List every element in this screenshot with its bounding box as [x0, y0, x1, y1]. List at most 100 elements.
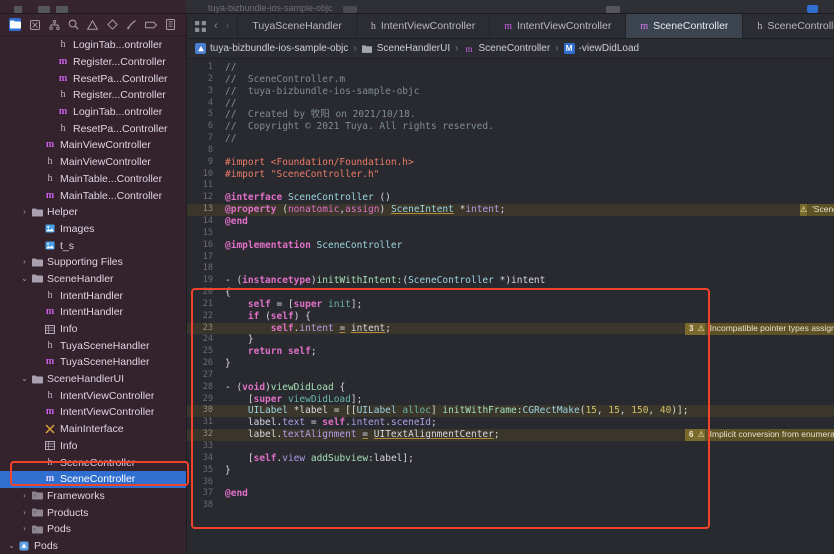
disclosure-triangle-icon[interactable]: ⌄	[19, 375, 30, 383]
navigator-item[interactable]: ⌄ Pods	[0, 538, 186, 554]
navigator-item[interactable]: ⌄ SceneHandlerUI	[0, 371, 186, 388]
navigator-item[interactable]: h IntentViewController	[0, 387, 186, 404]
inline-warning[interactable]: 3⚠ Incompatible pointer types assigning t…	[685, 322, 834, 335]
report-navigator-icon[interactable]	[165, 18, 177, 31]
code-line[interactable]: 13 @property (nonatomic,assign) SceneInte…	[187, 204, 834, 216]
inline-warning[interactable]: ⚠ 'SceneIntent' is only available on iOS …	[800, 204, 834, 217]
navigator-item[interactable]: h IntentHandler	[0, 287, 186, 304]
forward-button[interactable]: ›	[226, 20, 230, 32]
navigator-item[interactable]: › Supporting Files	[0, 254, 186, 271]
navigator-item[interactable]: Images	[0, 221, 186, 238]
code-line[interactable]: 19 - (instancetype)initWithIntent:(SceneC…	[187, 275, 834, 287]
navigator-item[interactable]: h Register...Controller	[0, 87, 186, 104]
code-line[interactable]: 10 #import "SceneController.h"	[187, 169, 834, 181]
code-line[interactable]: 5 // Created by 牧阳 on 2021/10/18.	[187, 109, 834, 121]
code-line[interactable]: 26}	[187, 358, 834, 370]
code-line[interactable]: 29 [super viewDidLoad];	[187, 394, 834, 406]
code-line[interactable]: 4 //	[187, 98, 834, 110]
back-button[interactable]: ‹	[214, 20, 218, 32]
code-line[interactable]: 8	[187, 145, 834, 157]
code-line[interactable]: 22 if (self) {	[187, 311, 834, 323]
code-line[interactable]: 38	[187, 500, 834, 512]
navigator-item[interactable]: › Products	[0, 504, 186, 521]
debug-navigator-icon[interactable]	[126, 18, 138, 31]
source-editor[interactable]: 1 // 2 // SceneController.m 3 // tuya-bizbund…	[187, 59, 834, 554]
navigator-item-selected[interactable]: m SceneController	[0, 470, 186, 488]
disclosure-triangle-icon[interactable]: ⌄	[19, 274, 30, 283]
navigator-item[interactable]: m ResetPa...Controller	[0, 70, 186, 87]
toolbar-stop-icon[interactable]	[56, 6, 68, 13]
search-icon[interactable]	[67, 18, 79, 31]
code-line[interactable]: 27	[187, 370, 834, 382]
editor-tab[interactable]: m IntentViewController	[490, 14, 627, 38]
navigator-item[interactable]: m LoginTab...ontroller	[0, 104, 186, 121]
navigator-item[interactable]: h MainTable...Controller	[0, 171, 186, 188]
navigator-item[interactable]: h ResetPa...Controller	[0, 120, 186, 137]
inline-warning[interactable]: 6⚠ Implicit conversion from enumeration t…	[685, 429, 834, 442]
editor-tab[interactable]: h SceneController	[743, 14, 834, 38]
disclosure-triangle-icon[interactable]: ›	[19, 508, 30, 517]
navigator-item[interactable]: h SceneController	[0, 454, 186, 471]
code-line[interactable]: 7 //	[187, 133, 834, 145]
code-line[interactable]: 37 @end	[187, 488, 834, 500]
code-line[interactable]: 9 #import <Foundation/Foundation.h>	[187, 157, 834, 169]
code-line[interactable]: 21 self = [super init];	[187, 299, 834, 311]
navigator-item[interactable]: Info	[0, 438, 186, 455]
navigator-item[interactable]: MainInterface	[0, 421, 186, 438]
toolbar-sidebar-toggle-icon[interactable]	[14, 6, 22, 13]
navigator-item[interactable]: Info	[0, 321, 186, 338]
breadcrumb-item[interactable]: M -viewDidLoad	[563, 43, 639, 54]
navigator-item[interactable]: m IntentViewController	[0, 404, 186, 421]
code-line[interactable]: 25 return self;	[187, 346, 834, 358]
toolbar-scheme-chip[interactable]	[342, 6, 357, 13]
breadcrumb-item[interactable]: SceneHandlerUI	[362, 43, 450, 54]
editor-tab[interactable]: TuyaSceneHandler	[238, 14, 357, 38]
symbol-navigator-icon[interactable]	[48, 18, 60, 31]
navigator-item[interactable]: m IntentHandler	[0, 304, 186, 321]
code-line[interactable]: 2 // SceneController.m	[187, 74, 834, 86]
code-line[interactable]: 3 // tuya-bizbundle-ios-sample-objc	[187, 86, 834, 98]
navigator-item[interactable]: m Register...Controller	[0, 54, 186, 71]
navigator-item[interactable]: › Helper	[0, 204, 186, 221]
code-line[interactable]: 16 @implementation SceneController	[187, 240, 834, 252]
code-line[interactable]: 6 // Copyright © 2021 Tuya. All rights re…	[187, 121, 834, 133]
code-line[interactable]: 20 {	[187, 287, 834, 299]
code-line[interactable]: 28 - (void)viewDidLoad {	[187, 382, 834, 394]
code-line[interactable]: 31 label.text = self.intent.sceneId;	[187, 417, 834, 429]
code-line[interactable]: 33	[187, 441, 834, 453]
editor-tab[interactable]: h IntentViewController	[357, 14, 491, 38]
code-line[interactable]: 35}	[187, 465, 834, 477]
navigator-item[interactable]: ⌄ SceneHandler	[0, 271, 186, 288]
disclosure-triangle-icon[interactable]: ›	[19, 258, 30, 266]
source-control-icon[interactable]	[28, 18, 40, 31]
code-line[interactable]: 14 @end	[187, 216, 834, 228]
code-line[interactable]: 18	[187, 263, 834, 275]
breakpoint-navigator-icon[interactable]	[145, 18, 158, 31]
navigator-item[interactable]: h MainViewController	[0, 154, 186, 171]
navigator-item[interactable]: › Pods	[0, 521, 186, 538]
disclosure-triangle-icon[interactable]: ›	[19, 491, 30, 500]
disclosure-triangle-icon[interactable]: ›	[19, 208, 30, 216]
toolbar-run-icon[interactable]	[38, 6, 50, 13]
code-line[interactable]: 1 //	[187, 62, 834, 74]
test-navigator-icon[interactable]	[106, 18, 118, 31]
breadcrumb-item[interactable]: tuya-bizbundle-ios-sample-objc	[195, 43, 348, 54]
navigator-item[interactable]: t_s	[0, 237, 186, 254]
navigator-item[interactable]: h TuyaSceneHandler	[0, 337, 186, 354]
folder-icon[interactable]	[9, 18, 22, 31]
code-line[interactable]: 36	[187, 477, 834, 489]
navigator-item[interactable]: h LoginTab...ontroller	[0, 37, 186, 54]
navigator-item[interactable]: m TuyaSceneHandler	[0, 354, 186, 371]
disclosure-triangle-icon[interactable]: ⌄	[6, 541, 17, 550]
code-line[interactable]: 15	[187, 228, 834, 240]
code-line[interactable]: 17	[187, 252, 834, 264]
navigator-file-list[interactable]: h LoginTab...ontroller m Register...Control…	[0, 36, 186, 554]
navigator-item[interactable]: m MainViewController	[0, 137, 186, 154]
breadcrumb-item[interactable]: m SceneController	[463, 43, 550, 54]
code-line[interactable]: 34 [self.view addSubview:label];	[187, 453, 834, 465]
navigator-item[interactable]: m MainTable...Controller	[0, 187, 186, 204]
code-line[interactable]: 24 }	[187, 334, 834, 346]
disclosure-triangle-icon[interactable]: ›	[19, 525, 30, 533]
toolbar-assistant-icon[interactable]	[807, 5, 818, 13]
code-line[interactable]: 12 @interface SceneController ()	[187, 192, 834, 204]
